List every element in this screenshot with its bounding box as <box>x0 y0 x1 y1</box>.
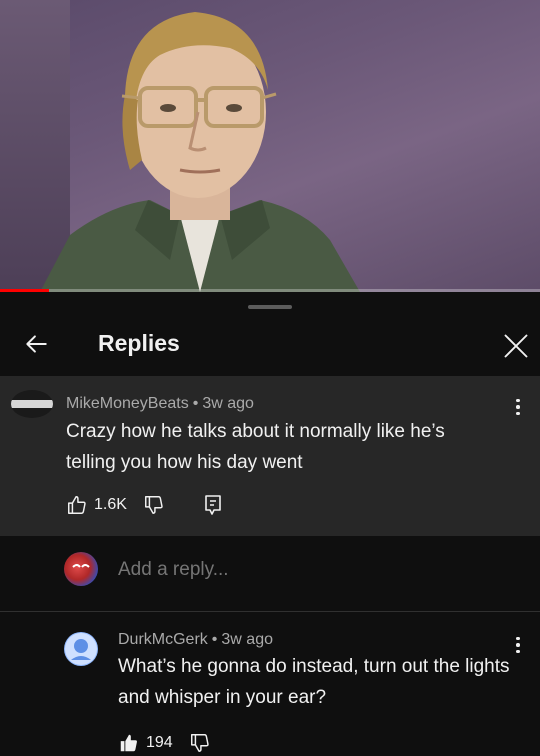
drag-handle[interactable] <box>248 305 292 309</box>
replies-sheet: Replies MikeMoneyBeats • 3w ago Crazy how … <box>0 294 540 756</box>
avatar[interactable] <box>11 390 53 418</box>
parent-comment: MikeMoneyBeats • 3w ago Crazy how he talks… <box>0 376 540 536</box>
comment-text: What’s he gonna do instead, turn out the… <box>118 656 510 708</box>
like-button[interactable]: 1.6K <box>66 494 127 516</box>
video-player[interactable] <box>0 0 540 292</box>
add-reply-input[interactable] <box>118 559 363 581</box>
arrow-left-icon <box>26 335 47 353</box>
meta-separator: • <box>211 631 218 648</box>
thumbs-down-icon <box>190 734 209 752</box>
comment-meta: MikeMoneyBeats • 3w ago <box>66 395 254 413</box>
comment-actions: 194 <box>118 730 211 756</box>
close-button[interactable] <box>496 326 536 366</box>
video-frame-person <box>40 12 360 292</box>
like-count: 1.6K <box>94 496 127 513</box>
user-avatar[interactable] <box>64 552 98 586</box>
comment-author[interactable]: DurkMcGerk <box>118 631 208 648</box>
close-icon <box>504 334 528 358</box>
reply-comment-icon <box>205 495 221 515</box>
thumbs-up-icon <box>68 496 86 514</box>
comment-actions: 1.6K <box>66 492 223 518</box>
more-vert-icon <box>516 636 520 641</box>
replies-header: Replies <box>0 318 540 370</box>
replies-title: Replies <box>98 330 180 356</box>
reply-button[interactable] <box>203 494 223 516</box>
dislike-button[interactable] <box>143 494 165 516</box>
avatar[interactable] <box>64 632 98 666</box>
more-options-button[interactable] <box>506 392 530 422</box>
more-vert-icon <box>516 398 520 403</box>
comment-time: 3w ago <box>202 395 254 412</box>
dislike-button[interactable] <box>189 732 211 754</box>
thumbs-down-icon <box>144 496 163 514</box>
back-button[interactable] <box>18 326 54 362</box>
video-progress-track[interactable] <box>0 289 540 292</box>
avatar-banner <box>11 400 53 408</box>
add-reply-row <box>0 536 540 612</box>
thumbs-up-filled-icon <box>120 734 137 752</box>
comment-text: Crazy how he talks about it normally lik… <box>66 421 445 473</box>
like-button[interactable]: 194 <box>118 732 173 754</box>
video-progress-fill <box>0 289 49 292</box>
meta-separator: • <box>192 395 199 412</box>
spider-mask-icon <box>72 564 90 568</box>
comment-author[interactable]: MikeMoneyBeats <box>66 395 189 412</box>
like-count: 194 <box>146 734 173 751</box>
comment-time: 3w ago <box>221 631 273 648</box>
comment-meta: DurkMcGerk • 3w ago <box>118 631 273 649</box>
default-avatar-icon <box>65 633 97 665</box>
